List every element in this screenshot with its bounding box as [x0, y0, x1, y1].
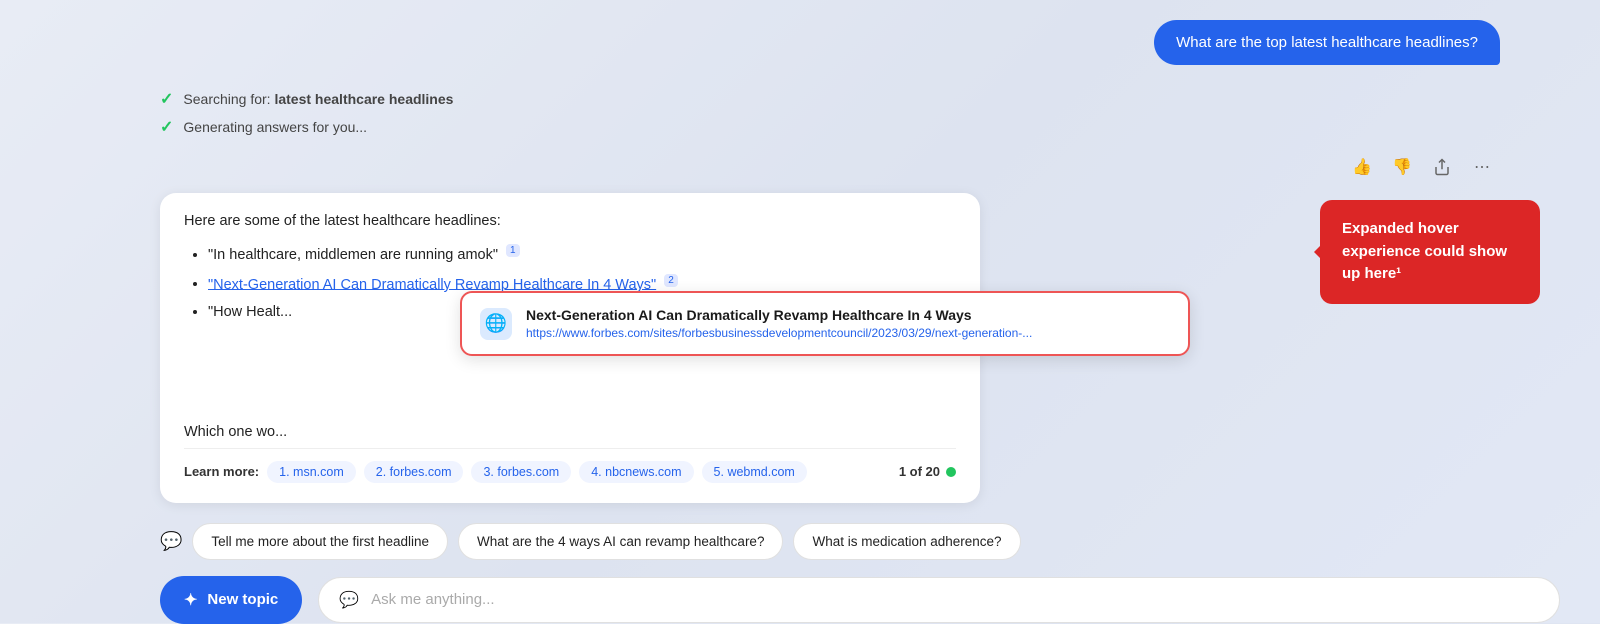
answer-card: Here are some of the latest healthcare h… [160, 193, 980, 503]
green-dot [946, 467, 956, 477]
status-text-1: Searching for: latest healthcare headlin… [183, 91, 453, 107]
check-icon-2: ✓ [160, 117, 173, 137]
main-container: What are the top latest healthcare headl… [0, 0, 1600, 623]
new-topic-icon: ✦ [184, 590, 197, 610]
source-chip-4[interactable]: 4. nbcnews.com [579, 461, 693, 483]
more-options-button[interactable]: ⋯ [1464, 149, 1500, 185]
learn-more-label: Learn more: [184, 464, 259, 479]
user-message-container: What are the top latest healthcare headl… [160, 20, 1560, 65]
user-message-bubble: What are the top latest healthcare headl… [1154, 20, 1500, 65]
answer-toolbar: 👍 👎 ⋯ [160, 149, 1560, 185]
check-icon-1: ✓ [160, 89, 173, 109]
suggestion-chip-2[interactable]: What are the 4 ways AI can revamp health… [458, 523, 783, 560]
search-input-container: 💬 [318, 577, 1560, 623]
tooltip-title: Next-Generation AI Can Dramatically Reva… [526, 307, 1032, 323]
search-input-icon: 💬 [339, 590, 359, 610]
page-counter: 1 of 20 [899, 464, 956, 479]
tooltip-content: Next-Generation AI Can Dramatically Reva… [526, 307, 1032, 340]
hover-tooltip: 🌐 Next-Generation AI Can Dramatically Re… [460, 291, 1190, 356]
source-chip-1[interactable]: 1. msn.com [267, 461, 356, 483]
status-text-2: Generating answers for you... [183, 119, 367, 135]
suggestions-icon: 💬 [160, 531, 182, 552]
thumbs-down-button[interactable]: 👎 [1384, 149, 1420, 185]
new-topic-button[interactable]: ✦ New topic [160, 576, 302, 624]
globe-icon: 🌐 [480, 308, 512, 340]
status-line-1: ✓ Searching for: latest healthcare headl… [160, 89, 1560, 109]
learn-more-section: Learn more: 1. msn.com 2. forbes.com 3. … [184, 448, 956, 483]
source-chip-3[interactable]: 3. forbes.com [471, 461, 571, 483]
source-chip-2[interactable]: 2. forbes.com [364, 461, 464, 483]
status-line-2: ✓ Generating answers for you... [160, 117, 1560, 137]
headline-link-2[interactable]: "Next-Generation AI Can Dramatically Rev… [208, 276, 656, 292]
which-text: Which one wo... [184, 424, 956, 440]
list-item: "In healthcare, middlemen are running am… [208, 243, 956, 267]
suggestion-chip-3[interactable]: What is medication adherence? [793, 523, 1020, 560]
suggestion-chip-1[interactable]: Tell me more about the first headline [192, 523, 448, 560]
suggestions-row: 💬 Tell me more about the first headline … [160, 523, 1560, 560]
search-input[interactable] [371, 591, 1539, 608]
thumbs-up-button[interactable]: 👍 [1344, 149, 1380, 185]
tooltip-url: https://www.forbes.com/sites/forbesbusin… [526, 326, 1032, 340]
source-chip-5[interactable]: 5. webmd.com [702, 461, 807, 483]
expanded-hover-annotation: Expanded hover experience could show up … [1320, 200, 1540, 304]
input-row: ✦ New topic 💬 [160, 576, 1560, 624]
share-button[interactable] [1424, 149, 1460, 185]
answer-intro: Here are some of the latest healthcare h… [184, 213, 956, 229]
